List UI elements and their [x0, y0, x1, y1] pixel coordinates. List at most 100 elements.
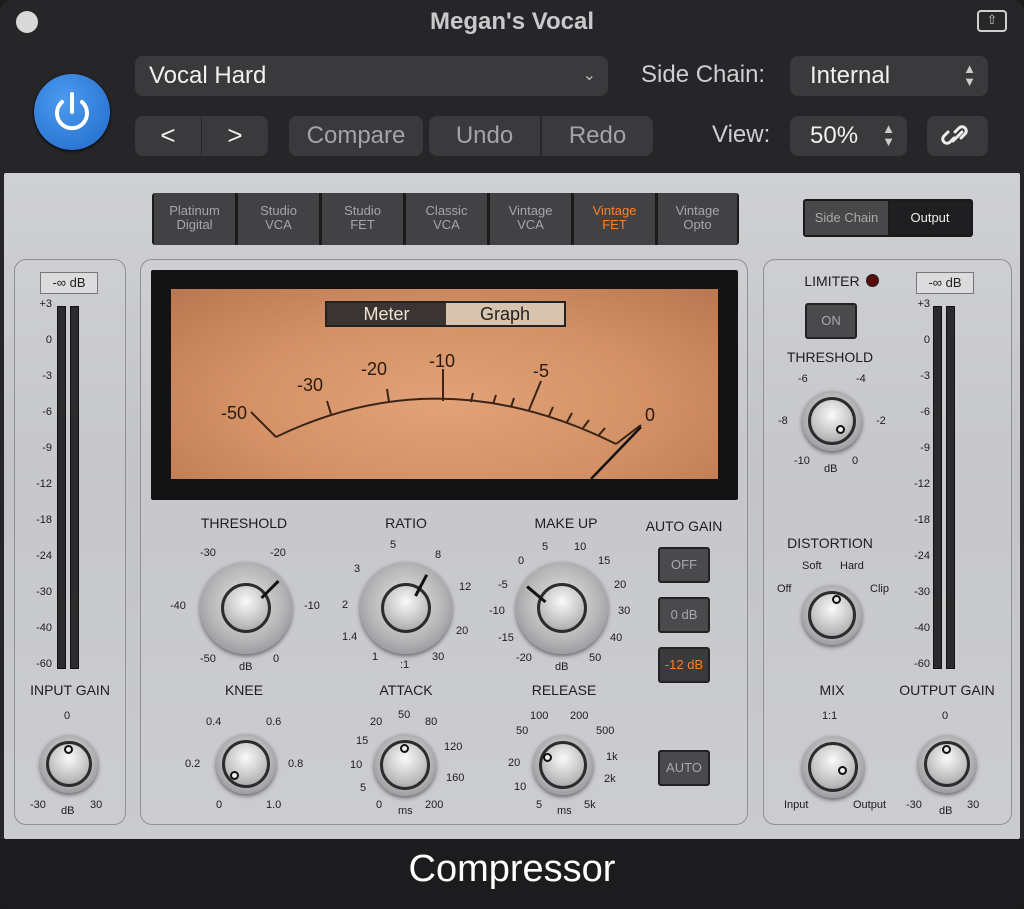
release-tick: 500 — [596, 725, 615, 737]
attack-tick: 50 — [398, 709, 411, 721]
meter-scale-tick: -9 — [920, 442, 930, 454]
meter-scale-tick: -40 — [914, 622, 930, 634]
ratio-tick: 20 — [456, 625, 469, 637]
side-chain-tab[interactable]: Side Chain — [805, 201, 888, 235]
knee-tick: 0.4 — [206, 716, 222, 728]
auto-gain-minus12-button[interactable]: -12 dB — [658, 647, 710, 683]
meter-scale-tick: -24 — [914, 550, 930, 562]
meter-scale-tick: -24 — [36, 550, 52, 562]
release-knob[interactable] — [533, 735, 593, 795]
auto-gain-off-button[interactable]: OFF — [658, 547, 710, 583]
release-tick: 50 — [516, 725, 529, 737]
vu-scale-label: -30 — [297, 375, 324, 395]
ratio-tick: 1.4 — [342, 631, 358, 643]
limiter-on-button[interactable]: ON — [805, 303, 857, 339]
limiter-threshold-knob[interactable] — [802, 391, 862, 451]
release-tick: 1k — [606, 751, 618, 763]
release-tick: 200 — [570, 710, 589, 722]
makeup-knob[interactable] — [516, 562, 608, 654]
next-preset-button[interactable]: > — [202, 116, 268, 156]
side-chain-select[interactable]: Internal ▲ ▼ — [790, 56, 988, 96]
undo-button[interactable]: Undo — [429, 116, 540, 156]
view-label: View: — [712, 121, 771, 148]
threshold-label: THRESHOLD — [200, 515, 288, 531]
attack-tick: ms — [398, 805, 413, 817]
meter-scale-tick: -6 — [920, 406, 930, 418]
makeup-tick: -5 — [498, 579, 508, 591]
attack-knob[interactable] — [374, 734, 436, 796]
makeup-tick: 0 — [518, 555, 525, 567]
attack-tick: 160 — [446, 772, 465, 784]
mix-knob[interactable] — [802, 736, 864, 798]
ratio-tick: 30 — [432, 651, 445, 663]
meter-scale-tick: -30 — [914, 586, 930, 598]
distortion-tick: Clip — [870, 583, 889, 595]
distortion-knob[interactable] — [802, 585, 862, 645]
distortion-tick: Hard — [840, 560, 864, 572]
ratio-tick: 12 — [459, 581, 472, 593]
model-classic-vca[interactable]: Classic VCA — [406, 193, 488, 245]
output-gain-knob[interactable] — [918, 735, 976, 793]
attack-tick: 200 — [425, 799, 444, 811]
model-vintage-fet[interactable]: Vintage FET — [574, 193, 656, 245]
knee-tick: 0 — [216, 799, 223, 811]
up-down-chevron-icon: ▲ ▼ — [882, 121, 895, 149]
model-studio-vca[interactable]: Studio VCA — [238, 193, 320, 245]
input-gain-knob[interactable] — [40, 735, 98, 793]
meter-scale-tick: -9 — [42, 442, 52, 454]
knee-label: KNEE — [224, 682, 264, 698]
preset-name: Vocal Hard — [149, 62, 267, 89]
plugin-name: Compressor — [0, 839, 1024, 909]
power-button[interactable] — [34, 74, 110, 150]
makeup-tick: 50 — [589, 652, 602, 664]
release-tick: 5 — [536, 799, 543, 811]
attack-tick: 20 — [370, 716, 383, 728]
model-vintage-vca[interactable]: Vintage VCA — [490, 193, 572, 245]
preset-menu[interactable]: Vocal Hard ⌄ — [135, 56, 608, 96]
output-gain-tick: 0 — [942, 710, 949, 722]
model-platinum-digital[interactable]: Platinum Digital — [154, 193, 236, 245]
input-gain-tick: -30 — [30, 799, 46, 811]
makeup-tick: 30 — [618, 605, 631, 617]
ratio-tick: 3 — [354, 563, 361, 575]
model-studio-fet[interactable]: Studio FET — [322, 193, 404, 245]
mix-tick: Input — [784, 799, 809, 811]
meter-scale-tick: -30 — [36, 586, 52, 598]
meter-scale-tick: -12 — [36, 478, 52, 490]
model-vintage-opto[interactable]: Vintage Opto — [658, 193, 737, 245]
ratio-knob[interactable] — [360, 562, 452, 654]
makeup-tick: dB — [555, 661, 569, 673]
makeup-tick: 15 — [598, 555, 611, 567]
input-meter-right — [70, 306, 79, 669]
threshold-tick: -40 — [170, 600, 186, 612]
auto-release-button[interactable]: AUTO — [658, 750, 710, 786]
limiter-threshold-tick: dB — [824, 463, 838, 475]
knee-knob[interactable] — [216, 734, 276, 794]
auto-gain-0db-button[interactable]: 0 dB — [658, 597, 710, 633]
meter-scale-tick: -3 — [920, 370, 930, 382]
meter-scale-tick: -12 — [914, 478, 930, 490]
ratio-tick: 8 — [435, 549, 442, 561]
release-tick: 5k — [584, 799, 596, 811]
detach-window-icon[interactable]: ⇧ — [977, 10, 1007, 32]
ratio-tick: 5 — [390, 539, 397, 551]
vu-meter-face: Meter Graph -50 -30 -20 -10 -5 0 — [171, 289, 718, 479]
meter-scale-tick: -18 — [36, 514, 52, 526]
view-zoom-select[interactable]: 50% ▲ ▼ — [790, 116, 907, 156]
mix-tick: 1:1 — [822, 710, 838, 722]
meter-scale-tick: -3 — [42, 370, 52, 382]
compare-button[interactable]: Compare — [289, 116, 423, 156]
up-down-chevron-icon: ▲ ▼ — [963, 61, 976, 89]
previous-preset-button[interactable]: < — [135, 116, 201, 156]
link-button[interactable] — [927, 116, 988, 156]
output-tab[interactable]: Output — [889, 201, 971, 235]
knee-tick: 0.8 — [288, 758, 304, 770]
link-icon — [941, 125, 968, 145]
input-gain-tick: 30 — [90, 799, 103, 811]
redo-button[interactable]: Redo — [542, 116, 653, 156]
threshold-knob[interactable] — [200, 562, 292, 654]
release-tick: 2k — [604, 773, 616, 785]
auto-gain-label: AUTO GAIN — [645, 518, 723, 534]
release-tick: 10 — [514, 781, 527, 793]
meter-scale-tick: -40 — [36, 622, 52, 634]
